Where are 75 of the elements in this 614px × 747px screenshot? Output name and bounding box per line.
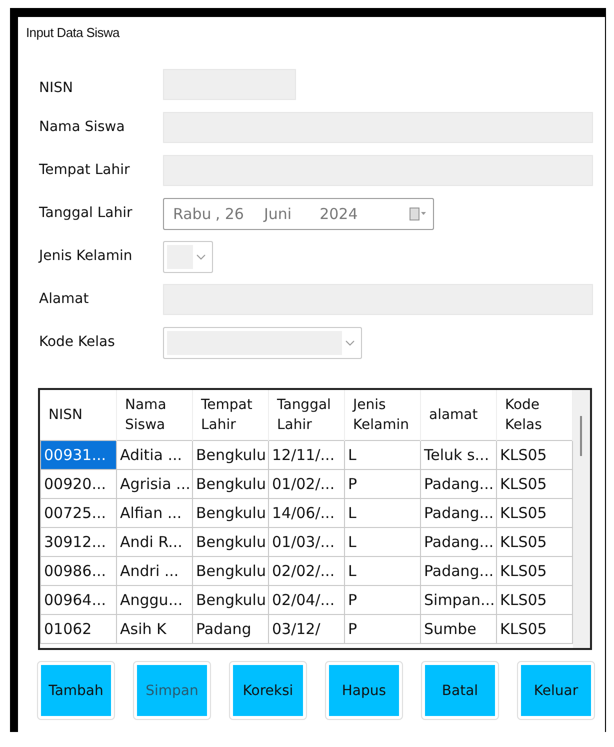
action-button[interactable]: Tambah [38, 662, 114, 719]
table-cell: Padang... [420, 498, 496, 528]
date-picker[interactable]: Rabu , 26 Juni 2024 [163, 198, 434, 230]
table-cell: 03/12/ [268, 614, 344, 644]
table-cell: Bengkulu [192, 470, 268, 498]
table-cell: 01/03/... [268, 528, 344, 556]
table-cell: Asih K [116, 614, 192, 644]
table-cell: Simpan... [420, 586, 496, 614]
action-button[interactable]: Batal [422, 662, 498, 719]
input-field[interactable] [163, 69, 296, 100]
table-cell: Anggu... [116, 586, 192, 614]
table-cell: P [344, 586, 420, 614]
table-cell: Teluk s... [420, 440, 496, 470]
table-cell[interactable]: 00986... [40, 556, 116, 586]
table-cell[interactable]: 30912... [40, 528, 116, 556]
field-label: Alamat [38, 290, 90, 309]
table-cell: Aditia ... [116, 440, 192, 470]
field-label: Kode Kelas [38, 333, 116, 352]
table-cell: Bengkulu [192, 498, 268, 528]
table-cell: Padang... [420, 556, 496, 586]
input-field[interactable] [163, 112, 593, 143]
scroll-thumb[interactable] [580, 416, 582, 456]
table-cell: KLS05 [496, 440, 572, 470]
input-field[interactable] [163, 284, 593, 315]
table-cell[interactable]: 01062 [40, 614, 116, 644]
table-cell: Bengkulu [192, 528, 268, 556]
window-title: Input Data Siswa [26, 25, 120, 40]
field-label: Tanggal Lahir [38, 204, 134, 223]
table-cell: P [344, 470, 420, 498]
table-cell: 12/11/... [268, 440, 344, 470]
table-cell: 02/04/... [268, 586, 344, 614]
field-label: Jenis Kelamin [37, 247, 134, 266]
dropdown[interactable] [163, 327, 362, 359]
input-field[interactable] [163, 155, 593, 186]
table-cell: Alfian ... [116, 498, 192, 528]
table-cell: Sumbe [420, 614, 496, 644]
table-cell[interactable]: 00964... [40, 586, 116, 614]
field-label: Nama Siswa [38, 118, 126, 137]
calendar-icon[interactable] [409, 207, 427, 221]
table-cell: Padang... [420, 528, 496, 556]
table-cell: L [344, 440, 420, 470]
column-header[interactable]: Nama Siswa [116, 390, 192, 440]
table-cell[interactable]: 00931... [40, 440, 116, 470]
table-cell: 02/02/... [268, 556, 344, 586]
date-part: Rabu [173, 205, 212, 223]
table-cell: L [344, 556, 420, 586]
action-button[interactable]: Hapus [326, 662, 402, 719]
column-header[interactable]: alamat [420, 390, 496, 440]
table-cell: Padang [192, 614, 268, 644]
table-cell[interactable]: 00920... [40, 470, 116, 498]
table-cell: Bengkulu [192, 440, 268, 470]
date-part: Juni [264, 205, 292, 223]
table-cell: P [344, 614, 420, 644]
action-button[interactable]: Keluar [518, 662, 594, 719]
table-cell: 01/02/... [268, 470, 344, 498]
table-cell: Bengkulu [192, 556, 268, 586]
field-label: Tempat Lahir [38, 161, 131, 180]
column-header[interactable]: Tempat Lahir [192, 390, 268, 440]
table-cell: Andri ... [116, 556, 192, 586]
table-cell: Padang... [420, 470, 496, 498]
action-button[interactable]: Koreksi [230, 662, 306, 719]
table-cell: Andi R... [116, 528, 192, 556]
date-part: 2024 [320, 205, 358, 223]
table-cell: 14/06/... [268, 498, 344, 528]
table-cell: Bengkulu [192, 586, 268, 614]
table-cell: L [344, 528, 420, 556]
table-cell: L [344, 498, 420, 528]
dropdown[interactable] [163, 241, 213, 273]
column-header[interactable]: Tanggal Lahir [268, 390, 344, 440]
date-part: , 26 [215, 205, 244, 223]
column-header[interactable]: Jenis Kelamin [344, 390, 420, 440]
field-label: NISN [38, 79, 74, 98]
scrollbar[interactable] [573, 390, 590, 648]
table-cell: Agrisia ... [116, 470, 192, 498]
table-cell[interactable]: 00725... [40, 498, 116, 528]
